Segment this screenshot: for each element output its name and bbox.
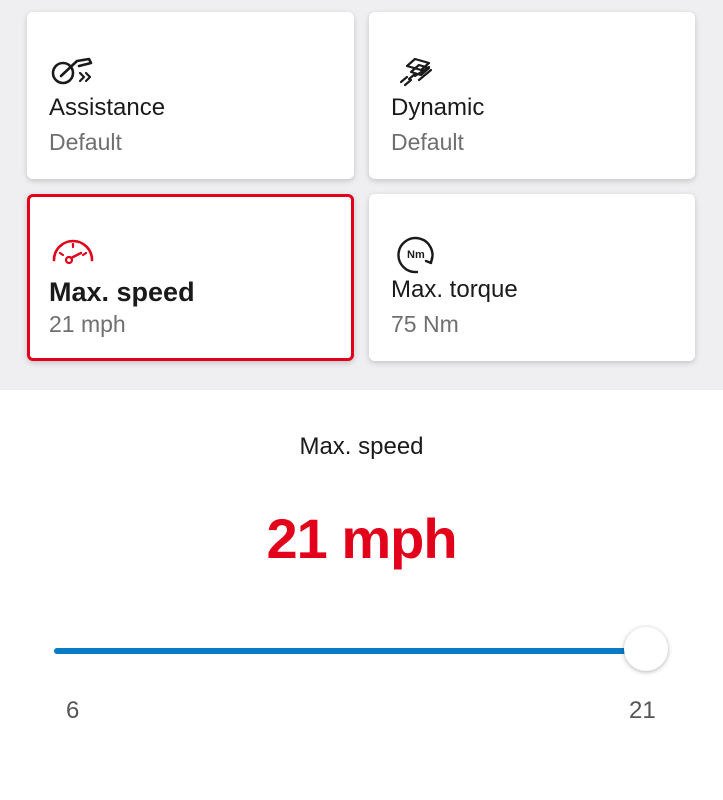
- tuning-options-area: Assistance Default Dynamic Default Max. …: [0, 0, 723, 390]
- detail-label: Max. speed: [299, 433, 424, 460]
- dynamic-title: Dynamic: [391, 94, 485, 121]
- max-torque-value: 75 Nm: [391, 311, 459, 337]
- assistance-icon: [49, 52, 99, 92]
- assistance-card[interactable]: Assistance Default: [27, 12, 354, 179]
- max-torque-title: Max. torque: [391, 276, 518, 303]
- dynamic-card[interactable]: Dynamic Default: [369, 12, 695, 179]
- torque-icon-label: Nm: [407, 249, 425, 261]
- slider-max-label: 21: [629, 697, 656, 724]
- dynamic-value: Default: [391, 129, 464, 155]
- max-torque-card[interactable]: Nm Max. torque 75 Nm: [369, 194, 695, 361]
- max-speed-card[interactable]: Max. speed 21 mph: [27, 194, 354, 361]
- slider-fill: [54, 648, 646, 654]
- dynamic-icon: [391, 52, 441, 92]
- torque-icon: Nm: [391, 234, 441, 274]
- slider-thumb[interactable]: [624, 627, 668, 671]
- max-speed-value: 21 mph: [49, 311, 126, 337]
- max-speed-slider[interactable]: [54, 624, 670, 676]
- max-speed-title: Max. speed: [49, 277, 195, 307]
- assistance-title: Assistance: [49, 94, 166, 121]
- speedometer-icon: [49, 234, 99, 274]
- slider-min-label: 6: [66, 697, 80, 724]
- assistance-value: Default: [49, 129, 122, 155]
- detail-value: 21 mph: [266, 507, 457, 570]
